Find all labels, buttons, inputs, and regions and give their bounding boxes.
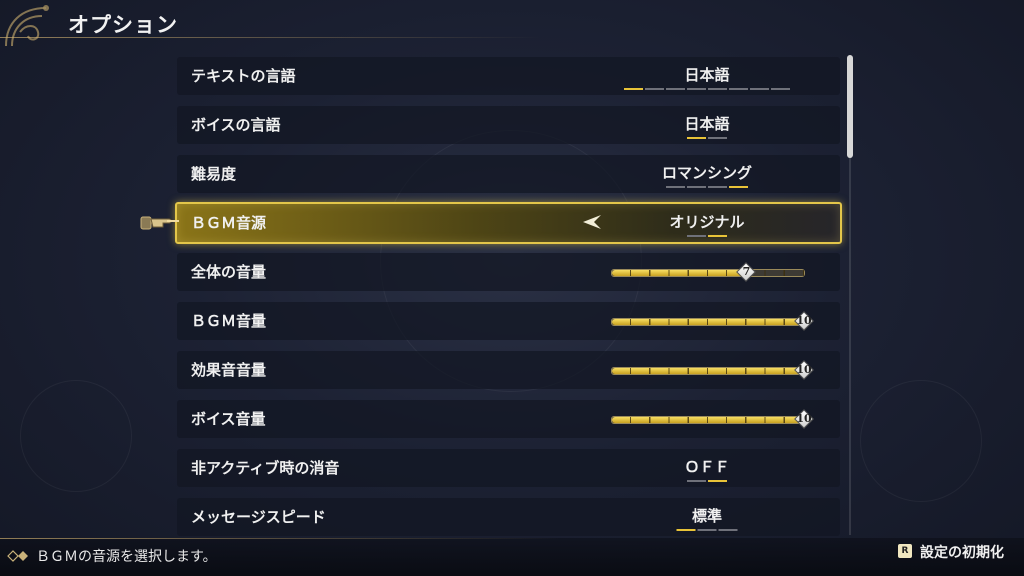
- option-row[interactable]: ボイスの言語 日本語: [177, 106, 840, 144]
- choice-segment: [729, 186, 748, 188]
- slider-knob[interactable]: 10: [794, 360, 814, 380]
- option-label: ボイスの言語: [191, 116, 281, 134]
- option-label: メッセージスピード: [191, 508, 326, 526]
- choice-segment: [708, 186, 727, 188]
- slider-value: 10: [796, 363, 812, 376]
- choice-segment: [708, 137, 727, 139]
- footer-bar: ＢＧＭの音源を選択します。: [0, 538, 1024, 576]
- slider-value: 7: [742, 265, 751, 278]
- choice-segment: [708, 88, 727, 90]
- choice-indicator: [687, 137, 727, 139]
- option-label: 非アクティブ時の消音: [191, 459, 340, 477]
- option-row[interactable]: 全体の音量 7: [177, 253, 840, 291]
- option-label: ＢＧＭ音源: [191, 214, 267, 232]
- diamond-bullet-icon: [7, 550, 28, 562]
- choice-indicator: [687, 235, 727, 237]
- choice-indicator: [676, 529, 738, 531]
- choice-indicator: [666, 186, 748, 188]
- choice-segment: [666, 186, 685, 188]
- option-row[interactable]: 非アクティブ時の消音 ＯＦＦ: [177, 449, 840, 487]
- arrow-left-icon[interactable]: [581, 213, 603, 231]
- scrollbar-thumb[interactable]: [847, 55, 853, 158]
- background-circle: [20, 380, 132, 492]
- header-divider: [0, 37, 540, 38]
- choice-segment: [676, 529, 696, 531]
- slider-knob[interactable]: 10: [794, 409, 814, 429]
- option-row[interactable]: 効果音音量 10: [177, 351, 840, 389]
- option-row[interactable]: ＢＧＭ音源 オリジナル: [175, 202, 842, 244]
- r-button-icon: R: [898, 544, 912, 558]
- slider-ticks: [612, 270, 804, 276]
- option-row[interactable]: 難易度 ロマンシング: [177, 155, 840, 193]
- slider-value: 10: [796, 314, 812, 327]
- pointer-hand-icon: [140, 216, 179, 230]
- choice-segment: [687, 480, 706, 482]
- option-row[interactable]: ボイス音量 10: [177, 400, 840, 438]
- choice-segment: [750, 88, 769, 90]
- slider-knob[interactable]: 7: [736, 262, 757, 282]
- background-circle: [860, 380, 982, 502]
- slider-ticks: [612, 417, 804, 423]
- volume-slider[interactable]: 10: [611, 311, 814, 331]
- choice-segment: [687, 235, 706, 237]
- choice-indicator: [624, 88, 790, 90]
- volume-slider[interactable]: 10: [611, 360, 814, 380]
- corner-ornament-icon: [5, 5, 49, 47]
- option-row[interactable]: メッセージスピード 標準: [177, 498, 840, 536]
- volume-slider[interactable]: 7: [611, 262, 805, 282]
- choice-segment: [729, 88, 748, 90]
- option-row[interactable]: テキストの言語 日本語: [177, 57, 840, 95]
- option-label: ＢＧＭ音量: [191, 312, 267, 330]
- help-text: ＢＧＭの音源を選択します。: [36, 549, 217, 565]
- page-title: オプション: [68, 13, 178, 37]
- choice-segment: [645, 88, 664, 90]
- slider-knob[interactable]: 10: [794, 311, 814, 331]
- volume-slider[interactable]: 10: [611, 409, 814, 429]
- option-label: 全体の音量: [191, 263, 267, 281]
- choice-segment: [687, 186, 706, 188]
- reset-settings-button[interactable]: 設定の初期化: [920, 542, 1004, 562]
- footer-divider: [0, 538, 560, 539]
- choice-segment: [771, 88, 790, 90]
- slider-ticks: [612, 319, 804, 325]
- option-label: ボイス音量: [191, 410, 266, 428]
- choice-segment: [687, 137, 706, 139]
- choice-segment: [697, 529, 717, 531]
- choice-segment: [624, 88, 643, 90]
- option-label: テキストの言語: [191, 67, 296, 85]
- choice-indicator: [687, 480, 727, 482]
- choice-segment: [708, 480, 727, 482]
- option-row[interactable]: ＢＧＭ音量 10: [177, 302, 840, 340]
- choice-segment: [666, 88, 685, 90]
- option-label: 効果音音量: [191, 361, 267, 379]
- slider-ticks: [612, 368, 804, 374]
- option-label: 難易度: [191, 165, 237, 183]
- choice-segment: [708, 235, 727, 237]
- slider-value: 10: [796, 412, 812, 425]
- choice-segment: [718, 529, 738, 531]
- choice-segment: [687, 88, 706, 90]
